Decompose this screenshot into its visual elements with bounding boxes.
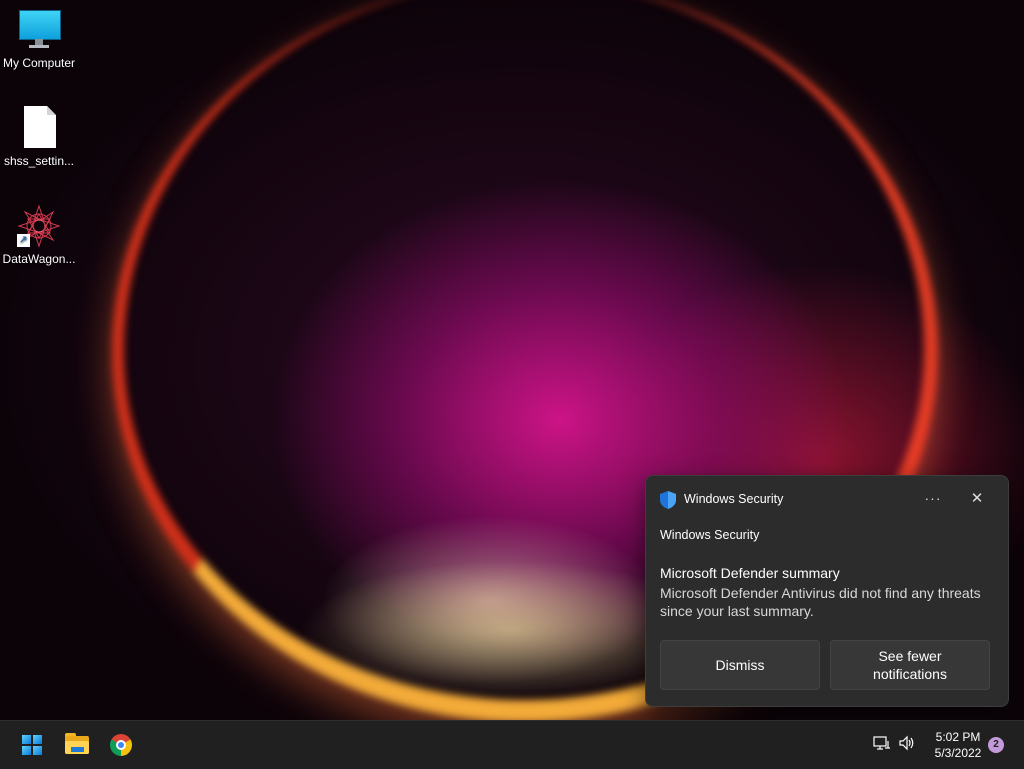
notification-toast[interactable]: Windows Security ··· ✕ Windows Security … — [645, 475, 1009, 707]
monitor-icon — [17, 8, 61, 52]
desktop-icon-label: My Computer — [2, 56, 76, 70]
see-fewer-notifications-button[interactable]: See fewer notifications — [830, 640, 990, 690]
volume-icon[interactable] — [897, 735, 917, 755]
toast-body: Microsoft Defender Antivirus did not fin… — [660, 585, 981, 619]
shortcut-arrow-icon: ↗ — [17, 234, 30, 247]
start-icon — [22, 735, 42, 755]
desktop-icon-label: shss_settin... — [3, 154, 75, 168]
toast-title: Microsoft Defender summary — [660, 565, 840, 581]
desktop-icon-datawagon[interactable]: ↗ DataWagon... — [0, 204, 78, 266]
toast-attribution: Windows Security — [660, 528, 760, 542]
desktop-icon-shss-settings[interactable]: shss_settin... — [0, 106, 78, 168]
more-options-icon[interactable]: ··· — [920, 488, 946, 510]
taskbar: 5:02 PM 5/3/2022 2 — [0, 720, 1024, 769]
network-icon[interactable] — [872, 735, 892, 755]
toast-app-name: Windows Security — [684, 492, 784, 506]
file-explorer-button[interactable] — [60, 728, 94, 762]
file-icon — [17, 106, 61, 150]
desktop-icon-label: DataWagon... — [2, 252, 76, 266]
start-button[interactable] — [15, 728, 49, 762]
clock-time: 5:02 PM — [935, 730, 981, 744]
desktop-icon-my-computer[interactable]: My Computer — [0, 8, 78, 70]
notification-count-badge[interactable]: 2 — [988, 737, 1004, 753]
dismiss-button[interactable]: Dismiss — [660, 640, 820, 690]
chrome-button[interactable] — [104, 728, 138, 762]
system-clock[interactable]: 5:02 PM 5/3/2022 — [920, 729, 996, 761]
mandala-icon: ↗ — [17, 204, 61, 248]
shield-icon — [660, 491, 676, 509]
clock-date: 5/3/2022 — [934, 746, 982, 760]
close-icon[interactable]: ✕ — [966, 488, 988, 510]
toast-header: Windows Security ··· ✕ — [660, 490, 994, 510]
